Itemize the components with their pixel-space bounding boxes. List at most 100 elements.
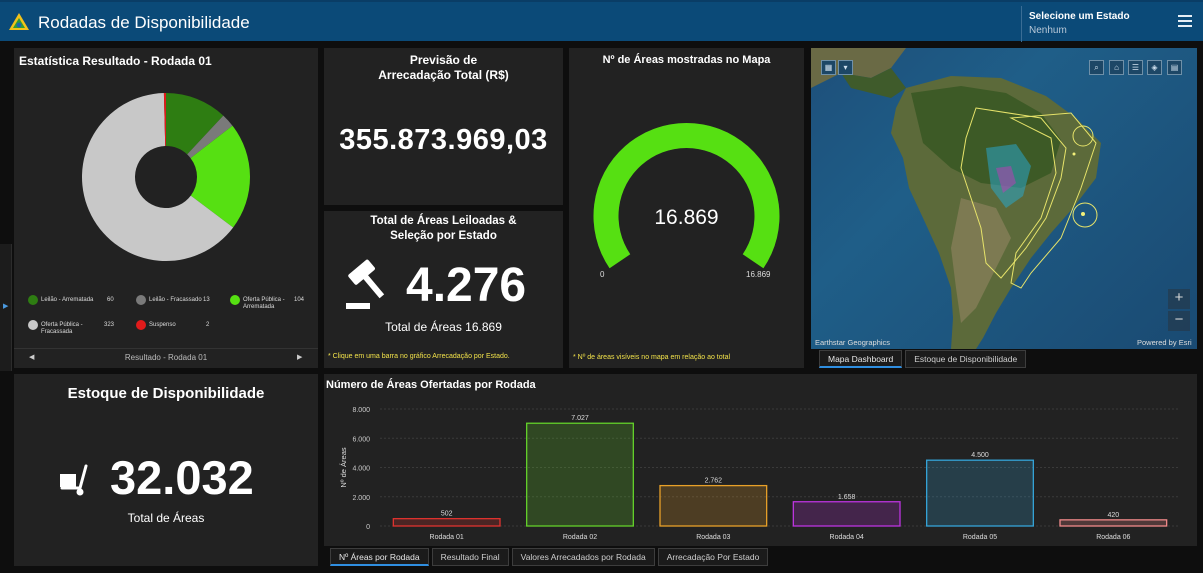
bar-value-label: 4.500: [971, 452, 989, 459]
basemap-gallery-icon[interactable]: ▤: [1167, 60, 1182, 75]
basemap-button[interactable]: ▦: [821, 60, 836, 75]
y-tick-label: 0: [366, 524, 370, 531]
legend-value: 2: [206, 322, 210, 328]
map-view[interactable]: ▦ ▾ ⌕ ⌂ ☰ ◈ ▤ + − Earthstar Geographics …: [811, 48, 1197, 349]
map-terrain: [811, 48, 1101, 349]
legend-swatch: [230, 295, 240, 305]
gauge-panel: Nº de Áreas mostradas no Mapa 16.869 0 1…: [569, 48, 804, 368]
x-tick-label: Rodada 01: [430, 534, 464, 541]
hamburger-menu-icon[interactable]: [1178, 15, 1192, 27]
chevron-right-icon: ▶: [3, 303, 9, 310]
bar[interactable]: [392, 518, 501, 527]
tab-arrecadacao-estado[interactable]: Arrecadação Por Estado: [657, 548, 769, 566]
bar-value-label: 502: [441, 511, 453, 518]
gauge-note: * Nº de áreas visíveis no mapa em relaçã…: [573, 354, 731, 361]
nav-next-icon[interactable]: ▶: [297, 353, 302, 361]
donut-panel-title: Estatística Resultado - Rodada 01: [19, 54, 212, 68]
y-tick-label: 4.000: [352, 466, 370, 473]
bar-chart: 0 2.000 4.000 6.000 8.000 Nº de Áreas 502 Rodad…: [339, 407, 1180, 541]
legend-value: 13: [203, 297, 210, 303]
bar[interactable]: [526, 422, 634, 527]
areas-sold-subtitle: Total de Áreas 16.869: [385, 320, 502, 334]
stock-value: 32.032: [110, 451, 254, 504]
bar-chart-tabs: Nº Áreas por Rodada Resultado Final Valo…: [330, 548, 771, 566]
bar-chart-panel: Número de Áreas Ofertadas por Rodada 0 2.…: [324, 374, 1197, 546]
revenue-value: 355.873.969,03: [339, 124, 548, 156]
tab-estoque-disponibilidade[interactable]: Estoque de Disponibilidade: [905, 350, 1027, 368]
home-icon[interactable]: ⌂: [1109, 60, 1124, 75]
gauge-value: 16.869: [654, 206, 719, 229]
areas-sold-note: * Clique em uma barra no gráfico Arrecad…: [328, 353, 510, 360]
gauge-max-label: 16.869: [746, 270, 771, 279]
gauge-title: Nº de Áreas mostradas no Mapa: [602, 54, 771, 66]
bar[interactable]: [1059, 519, 1168, 527]
legend-label: Oferta Pública - Fracassada: [41, 322, 83, 335]
search-icon[interactable]: ⌕: [1089, 60, 1104, 75]
legend-value: 104: [294, 297, 305, 303]
areas-sold-title-line1: Total de Áreas Leiloadas &: [370, 215, 517, 227]
revenue-title-line2: Arrecadação Total (R$): [378, 68, 509, 82]
hand-truck-icon: [60, 464, 88, 496]
legend-swatch: [28, 320, 38, 330]
state-selector[interactable]: Selecione um Estado Nenhum: [1021, 6, 1130, 42]
app-header: Rodadas de Disponibilidade Selecione um …: [0, 0, 1203, 42]
legend-label: Oferta Pública - Arrematada: [243, 297, 285, 310]
donut-nav-label: Resultado - Rodada 01: [124, 353, 208, 362]
side-panel-toggle[interactable]: ▶: [0, 244, 12, 371]
state-selector-value: Nenhum: [1029, 25, 1067, 36]
legend-swatch: [28, 295, 38, 305]
state-selector-label: Selecione um Estado: [1029, 11, 1130, 22]
gauge-min-label: 0: [600, 270, 605, 279]
stock-title: Estoque de Disponibilidade: [67, 385, 265, 402]
gauge-fill: [593, 123, 780, 269]
legend-icon[interactable]: ☰: [1128, 60, 1143, 75]
y-tick-label: 2.000: [352, 495, 370, 502]
legend-value: 323: [104, 322, 115, 328]
stock-panel: Estoque de Disponibilidade 32.032 Total …: [14, 374, 318, 566]
gavel-icon: [346, 259, 385, 309]
map-credit-left: Earthstar Geographics: [815, 338, 891, 347]
x-tick-label: Rodada 03: [696, 534, 730, 541]
x-tick-label: Rodada 02: [563, 534, 597, 541]
layers-icon[interactable]: ◈: [1147, 60, 1162, 75]
revenue-panel: Previsão de Arrecadação Total (R$) 355.8…: [324, 48, 563, 205]
tab-mapa-dashboard[interactable]: Mapa Dashboard: [819, 350, 903, 368]
areas-sold-title-line2: Seleção por Estado: [390, 230, 497, 242]
bar-value-label: 2.762: [705, 478, 723, 485]
legend-value: 60: [107, 297, 114, 303]
donut-panel: Estatística Resultado - Rodada 01 Leilão…: [14, 48, 318, 368]
bar-value-label: 7.027: [571, 415, 589, 422]
y-axis-label: Nº de Áreas: [339, 447, 348, 488]
tab-valores-arrecadados[interactable]: Valores Arrecadados por Rodada: [511, 548, 655, 566]
chevron-down-icon[interactable]: ▾: [838, 60, 853, 75]
tab-resultado-final[interactable]: Resultado Final: [431, 548, 509, 566]
bar-chart-title: Número de Áreas Ofertadas por Rodada: [326, 379, 536, 391]
donut-chart: [82, 93, 251, 261]
app-title: Rodadas de Disponibilidade: [38, 13, 250, 32]
bar[interactable]: [659, 484, 768, 527]
bar-value-label: 1.658: [838, 494, 856, 501]
legend-swatch: [136, 295, 146, 305]
revenue-title-line1: Previsão de: [409, 53, 478, 67]
legend-swatch: [136, 320, 146, 330]
tab-areas-por-rodada[interactable]: Nº Áreas por Rodada: [330, 548, 429, 566]
areas-sold-panel: Total de Áreas Leiloadas & Seleção por E…: [324, 211, 563, 368]
map-credit-right: Powered by Esri: [1137, 338, 1192, 347]
zoom-in-button[interactable]: +: [1168, 289, 1190, 309]
bar[interactable]: [792, 501, 901, 527]
x-tick-label: Rodada 04: [830, 534, 864, 541]
y-tick-label: 6.000: [352, 436, 370, 443]
legend-label: Leilão - Arrematada: [41, 297, 94, 303]
stock-subtitle: Total de Áreas: [127, 511, 205, 525]
gauge-chart: [593, 123, 780, 269]
donut-nav: ◀ Resultado - Rodada 01 ▶: [14, 348, 318, 366]
dashboard: Rodadas de Disponibilidade Selecione um …: [0, 0, 1203, 573]
bar[interactable]: [926, 459, 1034, 527]
areas-sold-value: 4.276: [406, 259, 527, 312]
zoom-out-button[interactable]: −: [1168, 311, 1190, 331]
map-tabs: Mapa Dashboard Estoque de Disponibilidad…: [819, 350, 1029, 368]
x-tick-label: Rodada 06: [1096, 534, 1130, 541]
y-tick-label: 8.000: [352, 407, 370, 414]
bar-value-label: 420: [1107, 512, 1119, 519]
app-logo-icon: [9, 13, 29, 30]
